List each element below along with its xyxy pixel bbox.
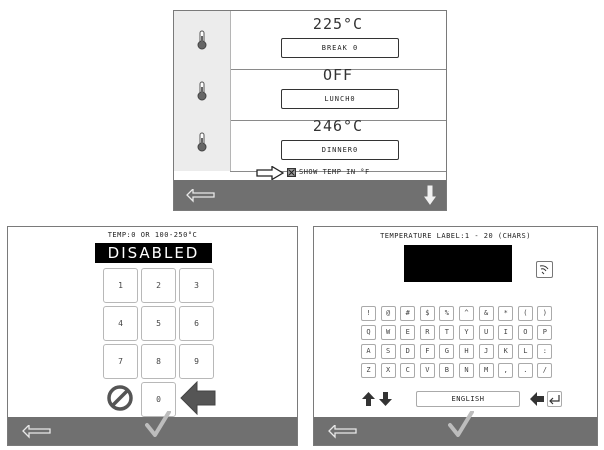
keyboard-key[interactable]: W — [380, 325, 396, 340]
wireless-icon — [539, 265, 549, 275]
label-button-dinner[interactable]: DINNER0 — [281, 140, 399, 160]
key-4[interactable]: 4 — [103, 306, 138, 341]
label-button-lunch[interactable]: LUNCH0 — [281, 89, 399, 109]
row-icon-cell — [174, 11, 231, 69]
backspace-button[interactable] — [179, 380, 217, 417]
temperature-list-screen: 225°C BREAK 0 OFF LUNCH0 246°C DINNER0 S… — [173, 10, 447, 211]
keyboard-key[interactable]: C — [400, 363, 416, 378]
backspace-arrow-icon — [530, 392, 544, 406]
keyboard-key[interactable]: $ — [419, 306, 435, 321]
down-arrow-icon[interactable] — [424, 185, 436, 205]
backspace-button[interactable] — [529, 391, 545, 407]
back-arrow-icon[interactable] — [186, 189, 216, 203]
enter-icon — [549, 395, 560, 405]
keyboard-key[interactable]: * — [498, 306, 514, 321]
keyboard-key[interactable]: . — [517, 363, 533, 378]
show-temp-label: SHOW TEMP IN °F — [299, 168, 370, 176]
key-5[interactable]: 5 — [141, 306, 176, 341]
keyboard-key[interactable]: ! — [361, 306, 376, 321]
keyboard-key[interactable]: F — [419, 344, 435, 359]
keyboard-key[interactable]: A — [361, 344, 376, 359]
checkmark-icon[interactable] — [145, 411, 171, 437]
keyboard-key[interactable]: B — [439, 363, 455, 378]
language-button[interactable]: ENGLISH — [416, 391, 520, 407]
numpad-display: DISABLED — [95, 243, 212, 263]
thermometer-icon — [197, 81, 207, 101]
keyboard-header: TEMPERATURE LABEL:1 - 20 (CHARS) — [380, 232, 531, 240]
key-8[interactable]: 8 — [141, 344, 176, 379]
numpad-header: TEMP:0 OR 100-250°C — [107, 231, 198, 239]
keyboard-key[interactable]: @ — [380, 306, 396, 321]
text-entry-screen: TEMPERATURE LABEL:1 - 20 (CHARS) ! @ # $% ^ &… — [313, 226, 598, 446]
row-icon-cell — [174, 113, 231, 171]
bottom-bar — [174, 180, 446, 210]
key-6[interactable]: 6 — [179, 306, 214, 341]
keyboard-key[interactable]: # — [400, 306, 416, 321]
keyboard-key[interactable]: ) — [537, 306, 553, 321]
enter-button[interactable] — [547, 391, 562, 407]
keyboard-key[interactable]: E — [400, 325, 416, 340]
shift-up-button[interactable] — [361, 391, 376, 407]
keyboard-key[interactable]: & — [478, 306, 494, 321]
key-9[interactable]: 9 — [179, 344, 214, 379]
keyboard-key[interactable]: % — [439, 306, 455, 321]
checkmark-icon[interactable] — [448, 411, 474, 437]
cancel-button[interactable] — [103, 382, 138, 415]
keyboard-key[interactable]: : — [537, 344, 553, 359]
keyboard-key[interactable]: H — [459, 344, 474, 359]
keyboard-key[interactable]: Q — [361, 325, 376, 340]
label-button-break[interactable]: BREAK 0 — [281, 38, 399, 58]
key-3[interactable]: 3 — [179, 268, 214, 303]
keyboard-key[interactable]: , — [498, 363, 514, 378]
text-display — [404, 245, 512, 282]
keyboard-key[interactable]: L — [517, 344, 533, 359]
keyboard-key[interactable]: U — [478, 325, 494, 340]
wireless-button[interactable] — [536, 261, 553, 278]
keyboard-key[interactable]: D — [400, 344, 416, 359]
keyboard-key[interactable]: / — [537, 363, 553, 378]
key-7[interactable]: 7 — [103, 344, 138, 379]
thermometer-icon — [197, 132, 207, 152]
keyboard-key[interactable]: O — [517, 325, 533, 340]
temperature-value: 225°C — [312, 15, 364, 33]
shift-down-button[interactable] — [378, 391, 393, 407]
keyboard-key[interactable]: X — [380, 363, 396, 378]
keyboard-key[interactable]: ( — [517, 306, 533, 321]
shift-up-icon — [362, 392, 375, 406]
keyboard-key[interactable]: S — [380, 344, 396, 359]
keyboard-key[interactable]: Y — [459, 325, 474, 340]
temperature-value: OFF — [322, 66, 354, 84]
keyboard-key[interactable]: N — [459, 363, 474, 378]
cancel-icon — [107, 385, 133, 411]
keyboard-key[interactable]: V — [419, 363, 435, 378]
keyboard-key[interactable]: K — [498, 344, 514, 359]
bottom-bar — [8, 411, 297, 445]
keyboard-key[interactable]: G — [439, 344, 455, 359]
back-arrow-icon[interactable] — [328, 425, 358, 439]
temperature-row-3: 246°C DINNER0 — [174, 113, 446, 172]
numeric-entry-screen: TEMP:0 OR 100-250°C DISABLED 1 2 3 4 5 6… — [7, 226, 298, 446]
keyboard-key[interactable]: P — [537, 325, 553, 340]
keyboard-key[interactable]: J — [478, 344, 494, 359]
key-2[interactable]: 2 — [141, 268, 176, 303]
back-arrow-icon[interactable] — [22, 425, 52, 439]
keyboard-key[interactable]: T — [439, 325, 455, 340]
pointer-arrow-icon — [256, 166, 284, 180]
bottom-bar — [314, 411, 597, 445]
key-1[interactable]: 1 — [103, 268, 138, 303]
temperature-value: 246°C — [312, 117, 364, 135]
keyboard-key[interactable]: R — [419, 325, 435, 340]
thermometer-icon — [197, 30, 207, 50]
keyboard-key[interactable]: I — [498, 325, 514, 340]
numpad-display-text: DISABLED — [107, 244, 200, 262]
row-icon-cell — [174, 62, 231, 120]
backspace-arrow-icon — [180, 381, 216, 415]
keyboard-key[interactable]: ^ — [459, 306, 474, 321]
shift-down-icon — [379, 392, 392, 406]
keyboard-key[interactable]: M — [478, 363, 494, 378]
keyboard-key[interactable]: Z — [361, 363, 376, 378]
show-temp-checkbox[interactable] — [287, 168, 296, 177]
